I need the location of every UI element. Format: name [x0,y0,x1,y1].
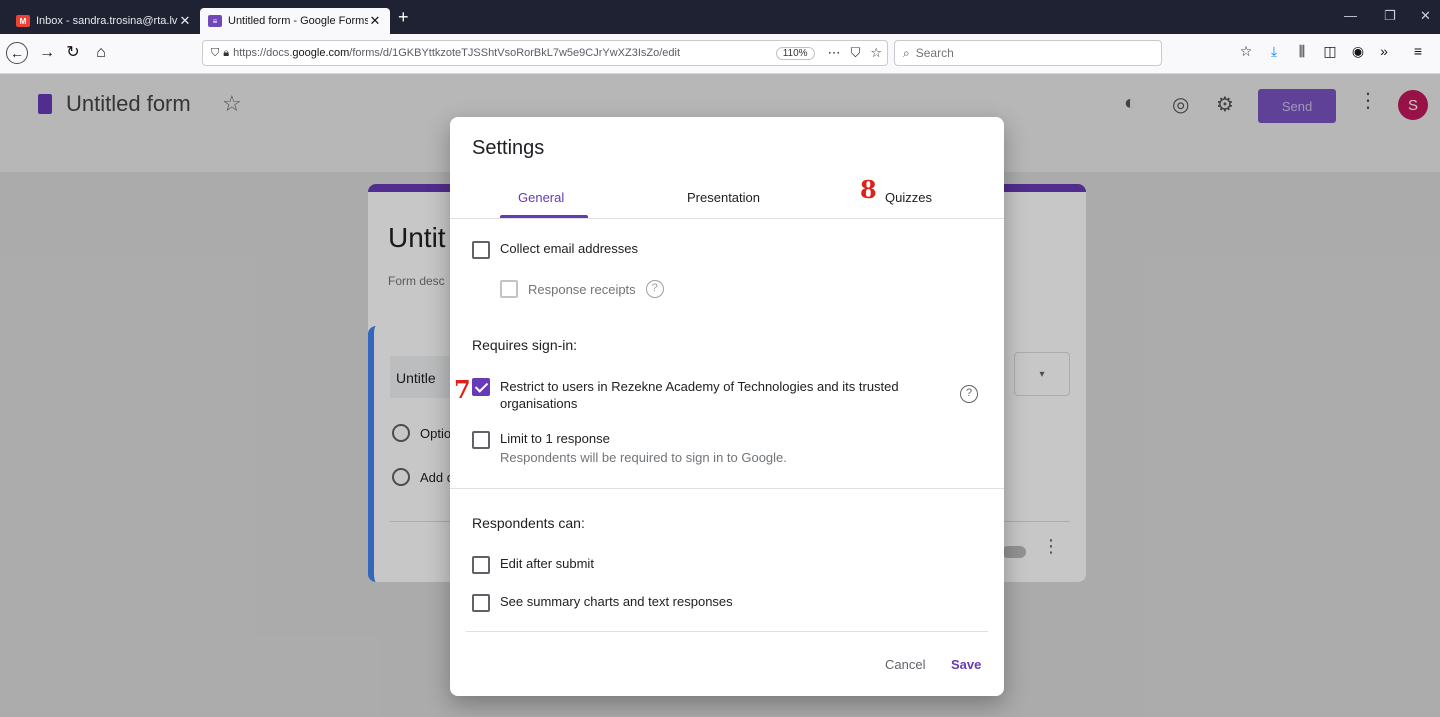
url-domain: google.com [292,47,350,59]
search-input[interactable]: ⌕ Search [894,40,1162,66]
collect-email-checkbox[interactable] [472,241,490,259]
restore-icon[interactable]: ❐ [1384,8,1396,24]
shield-icon[interactable]: ⛉ [211,47,219,60]
pocket-icon[interactable]: ⛉ [851,45,861,61]
forward-arrow-icon[interactable]: → [36,42,58,64]
back-arrow-icon[interactable]: ← [6,42,28,64]
response-receipts-checkbox [500,280,518,298]
home-icon[interactable]: ⌂ [90,42,112,64]
window-close-icon[interactable]: ✕ [1420,8,1431,24]
tab-presentation[interactable]: Presentation [687,190,760,205]
browser-tabbar: M Inbox - sandra.trosina@rta.lv - ✕ ≡ Un… [0,0,1440,34]
requires-signin-heading: Requires sign-in: [472,337,578,353]
divider [450,488,1004,489]
annotation-8: 8 [860,175,877,204]
response-receipts-option: Response receipts ? [500,280,664,298]
limit-response-text: Limit to 1 response Respondents will be … [500,431,787,465]
see-summary-option[interactable]: See summary charts and text responses [472,594,733,612]
search-icon: ⌕ [903,45,910,60]
url-text[interactable]: https://docs.google.com/forms/d/1GKBYttk… [233,47,776,59]
response-receipts-label: Response receipts [528,281,636,297]
url-prefix: https://docs. [233,47,293,59]
cancel-button[interactable]: Cancel [885,657,925,672]
see-summary-checkbox[interactable] [472,594,490,612]
url-bar[interactable]: ⛉ 🔒︎ https://docs.google.com/forms/d/1GK… [202,40,888,66]
limit-response-label: Limit to 1 response [500,431,610,446]
menu-icon[interactable]: ≡ [1408,43,1428,59]
respondents-can-heading: Respondents can: [472,515,585,531]
minimize-icon[interactable]: — [1344,8,1357,23]
tab-quizzes[interactable]: Quizzes [885,190,932,205]
tab-title: Inbox - sandra.trosina@rta.lv - [36,15,178,27]
more-actions-icon[interactable]: ⋯ [828,45,841,61]
overflow-icon[interactable]: » [1374,43,1394,59]
see-summary-label: See summary charts and text responses [500,594,733,609]
dialog-title: Settings [472,137,545,159]
account-icon[interactable]: ◉ [1348,43,1368,60]
browser-tab-forms[interactable]: ≡ Untitled form - Google Forms ✕ [200,8,390,34]
collect-email-label: Collect email addresses [500,241,639,256]
restrict-checkbox[interactable] [472,378,490,396]
settings-tabs: General Presentation Quizzes 8 [450,175,1004,219]
active-tab-indicator [500,215,588,218]
edit-after-checkbox[interactable] [472,556,490,574]
save-button[interactable]: Save [951,657,981,672]
sidebar-icon[interactable]: ◫ [1320,43,1340,60]
browser-tab-inbox[interactable]: M Inbox - sandra.trosina@rta.lv - ✕ [8,8,200,34]
new-tab-button[interactable]: + [398,7,409,28]
divider [466,631,988,632]
download-icon[interactable]: ⤓ [1264,43,1284,60]
edit-after-label: Edit after submit [500,556,594,571]
tab-general[interactable]: General [518,190,564,205]
library-icon[interactable]: ⫼ [1292,43,1312,60]
restrict-option[interactable]: Restrict to users in Rezekne Academy of … [472,378,922,412]
bookmarks-star-icon[interactable]: ☆ [1236,43,1256,60]
forms-icon: ≡ [208,15,222,27]
limit-response-checkbox[interactable] [472,431,490,449]
limit-response-option[interactable]: Limit to 1 response Respondents will be … [472,431,787,465]
bookmark-star-icon[interactable]: ☆ [870,45,882,61]
zoom-badge[interactable]: 110% [775,46,815,60]
annotation-7: 7 [454,375,471,404]
reload-icon[interactable]: ↻ [62,42,84,64]
url-path: /forms/d/1GKBYttkzoteTJSShtVsoRorBkL7w5e… [349,47,681,59]
search-placeholder: Search [915,46,954,60]
restrict-label: Restrict to users in Rezekne Academy of … [500,379,899,411]
help-icon[interactable]: ? [960,385,978,403]
close-icon[interactable]: ✕ [368,13,382,29]
limit-response-sub: Respondents will be required to sign in … [500,450,787,465]
edit-after-option[interactable]: Edit after submit [472,556,594,574]
help-icon[interactable]: ? [645,280,664,298]
browser-navbar: ← → ↻ ⌂ ⛉ 🔒︎ https://docs.google.com/for… [0,34,1440,74]
gmail-icon: M [16,15,30,27]
close-icon[interactable]: ✕ [178,13,192,29]
tab-title: Untitled form - Google Forms [228,15,368,27]
lock-icon[interactable]: 🔒︎ [223,47,229,60]
settings-dialog: Settings General Presentation Quizzes 8 … [450,117,1004,696]
collect-email-option[interactable]: Collect email addresses [472,241,638,259]
